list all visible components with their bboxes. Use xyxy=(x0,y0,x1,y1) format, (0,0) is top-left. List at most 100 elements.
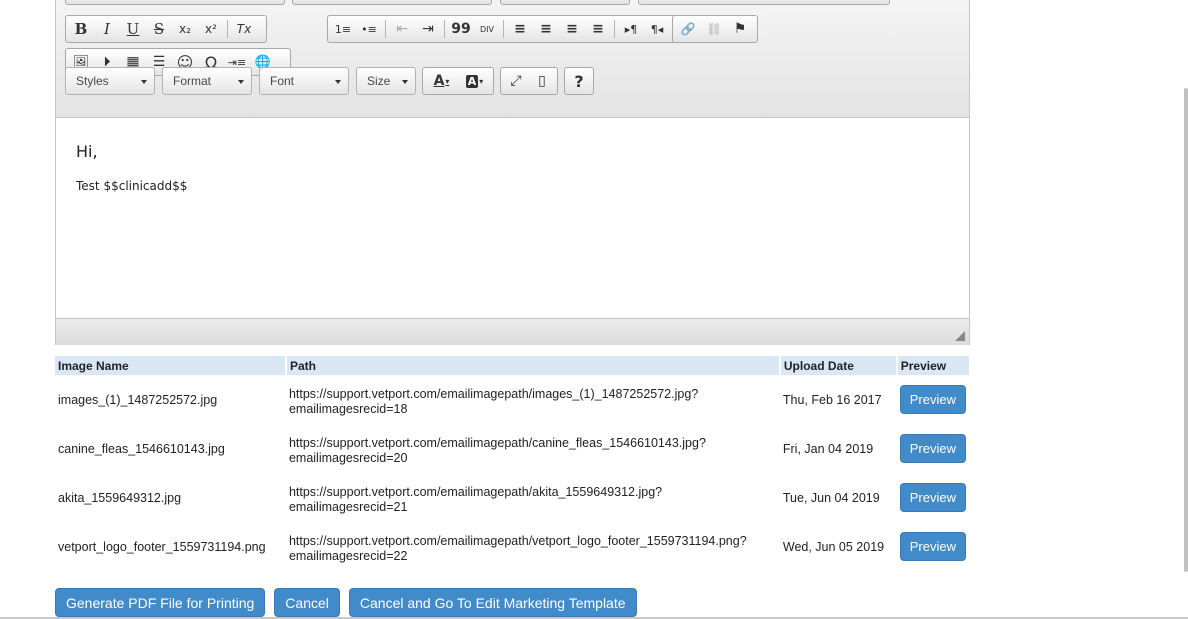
column-header-path: Path xyxy=(284,356,780,375)
preview-button[interactable]: Preview xyxy=(899,532,966,561)
show-blocks-icon: ▯ xyxy=(538,73,546,89)
upload-date-cell: Thu, Feb 16 2017 xyxy=(782,392,882,407)
form-actions: Generate PDF File for Printing Cancel Ca… xyxy=(55,588,637,617)
help-icon: ? xyxy=(574,71,584,91)
toolbar-group-document xyxy=(65,0,285,5)
styles-label: Styles xyxy=(76,74,109,88)
generate-pdf-button[interactable]: Generate PDF File for Printing xyxy=(55,588,266,617)
font-label: Font xyxy=(270,74,295,88)
cancel-edit-template-button[interactable]: Cancel and Go To Edit Marketing Template xyxy=(348,588,637,617)
upload-date-cell: Fri, Jan 04 2019 xyxy=(782,441,874,456)
resize-handle-icon[interactable] xyxy=(955,331,965,341)
maximize-button[interactable]: ⤢ xyxy=(503,70,529,92)
table-row: vetport_logo_footer_1559731194.png https… xyxy=(55,522,969,571)
help-button[interactable]: ? xyxy=(567,70,591,92)
outdent-button[interactable]: ⇤ xyxy=(389,18,415,40)
indent-button[interactable]: ⇥ xyxy=(415,18,441,40)
superscript-button[interactable]: x² xyxy=(198,18,224,40)
chevron-down-icon xyxy=(402,80,408,84)
link-icon: 🔗 xyxy=(680,22,696,36)
rtl-button[interactable]: ¶◂ xyxy=(644,18,670,40)
image-name-cell: akita_1559649312.jpg xyxy=(58,490,182,505)
size-dropdown[interactable]: Size xyxy=(356,67,416,95)
path-line: emailimagesrecid=18 xyxy=(288,402,408,416)
align-right-icon: ≡ xyxy=(566,21,578,37)
path-cell: https://support.vetport.com/emailimagepa… xyxy=(286,473,780,522)
column-header-preview: Preview xyxy=(895,356,969,375)
chevron-down-icon xyxy=(141,80,147,84)
format-dropdown[interactable]: Format xyxy=(162,67,252,95)
bulleted-list-button[interactable]: •≡ xyxy=(356,18,382,40)
justify-button[interactable]: ≡ xyxy=(585,18,611,40)
underline-button[interactable]: U xyxy=(120,18,146,40)
chevron-down-icon xyxy=(335,80,341,84)
preview-button[interactable]: Preview xyxy=(899,434,966,463)
align-center-icon: ≡ xyxy=(540,21,552,37)
table-row: canine_fleas_1546610143.jpg https://supp… xyxy=(55,424,969,473)
text-ltr-icon: ▸¶ xyxy=(624,22,638,36)
underline-icon: U xyxy=(126,20,140,38)
subscript-button[interactable]: x₂ xyxy=(172,18,198,40)
flag-icon: ⚑ xyxy=(733,21,747,37)
remove-format-button[interactable]: Tx xyxy=(231,18,257,40)
preview-button[interactable]: Preview xyxy=(899,385,966,414)
font-dropdown[interactable]: Font xyxy=(259,67,349,95)
blockquote-icon: 99 xyxy=(451,21,471,37)
editor-content[interactable]: Hi, Test $$clinicadd$$ xyxy=(56,118,969,318)
show-blocks-button[interactable]: ▯ xyxy=(529,70,555,92)
page-scrollbar[interactable] xyxy=(1184,88,1188,572)
align-right-button[interactable]: ≡ xyxy=(559,18,585,40)
subscript-icon: x₂ xyxy=(179,22,191,36)
preview-button[interactable]: Preview xyxy=(899,483,966,512)
outdent-icon: ⇤ xyxy=(396,21,408,37)
div-button[interactable]: DIV xyxy=(474,18,500,40)
styles-dropdown[interactable]: Styles xyxy=(65,67,155,95)
toolbar-group-tools: ⤢ ▯ xyxy=(500,67,558,95)
anchor-button[interactable]: ⚑ xyxy=(727,18,753,40)
strike-button[interactable]: S xyxy=(146,18,172,40)
toolbar-group-clipboard xyxy=(292,0,492,5)
bg-color-button[interactable]: A ▾ xyxy=(458,70,491,92)
bulleted-list-icon: •≡ xyxy=(361,22,377,36)
align-left-button[interactable]: ≡ xyxy=(507,18,533,40)
remove-format-icon: Tx xyxy=(236,22,252,36)
div-icon: DIV xyxy=(480,24,494,34)
editor-toolbar: B I U S x₂ x² Tx 1≡ •≡ ⇤ ⇥ 99 DIV ≡ ≡ ≡ … xyxy=(56,0,969,118)
text-color-button[interactable]: A ▾ xyxy=(425,70,458,92)
column-header-image-name: Image Name xyxy=(55,356,286,375)
align-center-button[interactable]: ≡ xyxy=(533,18,559,40)
indent-icon: ⇥ xyxy=(422,21,434,37)
rich-text-editor: B I U S x₂ x² Tx 1≡ •≡ ⇤ ⇥ 99 DIV ≡ ≡ ≡ … xyxy=(55,0,970,345)
text-color-icon: A xyxy=(433,73,445,89)
editor-statusbar xyxy=(56,318,969,345)
ltr-button[interactable]: ▸¶ xyxy=(618,18,644,40)
path-line: emailimagesrecid=20 xyxy=(288,451,408,465)
blockquote-button[interactable]: 99 xyxy=(448,18,474,40)
upload-date-cell: Tue, Jun 04 2019 xyxy=(782,490,880,505)
italic-icon: I xyxy=(104,20,110,38)
path-cell: https://support.vetport.com/emailimagepa… xyxy=(286,375,780,424)
toolbar-group-links: 🔗 ⛓ ⚑ xyxy=(672,15,758,43)
toolbar-group-colors: A ▾ A ▾ xyxy=(422,67,494,95)
format-label: Format xyxy=(173,74,212,88)
separator xyxy=(614,20,615,38)
strike-icon: S xyxy=(153,20,165,38)
maximize-icon: ⤢ xyxy=(510,73,522,89)
unlink-button[interactable]: ⛓ xyxy=(701,18,727,40)
numbered-list-button[interactable]: 1≡ xyxy=(330,18,356,40)
superscript-icon: x² xyxy=(205,22,217,36)
link-button[interactable]: 🔗 xyxy=(675,18,701,40)
uploaded-images-table: Image Name Path Upload Date Preview imag… xyxy=(55,356,969,571)
cancel-button[interactable]: Cancel xyxy=(274,588,340,617)
path-cell: https://support.vetport.com/emailimagepa… xyxy=(286,522,780,571)
justify-icon: ≡ xyxy=(592,21,604,37)
separator xyxy=(385,20,386,38)
bold-button[interactable]: B xyxy=(68,18,94,40)
chevron-down-icon xyxy=(238,80,244,84)
image-name-cell: vetport_logo_footer_1559731194.png xyxy=(58,539,266,554)
path-line: https://support.vetport.com/emailimagepa… xyxy=(288,485,663,499)
italic-button[interactable]: I xyxy=(94,18,120,40)
path-line: https://support.vetport.com/emailimagepa… xyxy=(288,436,706,450)
separator xyxy=(444,20,445,38)
separator xyxy=(227,20,228,38)
